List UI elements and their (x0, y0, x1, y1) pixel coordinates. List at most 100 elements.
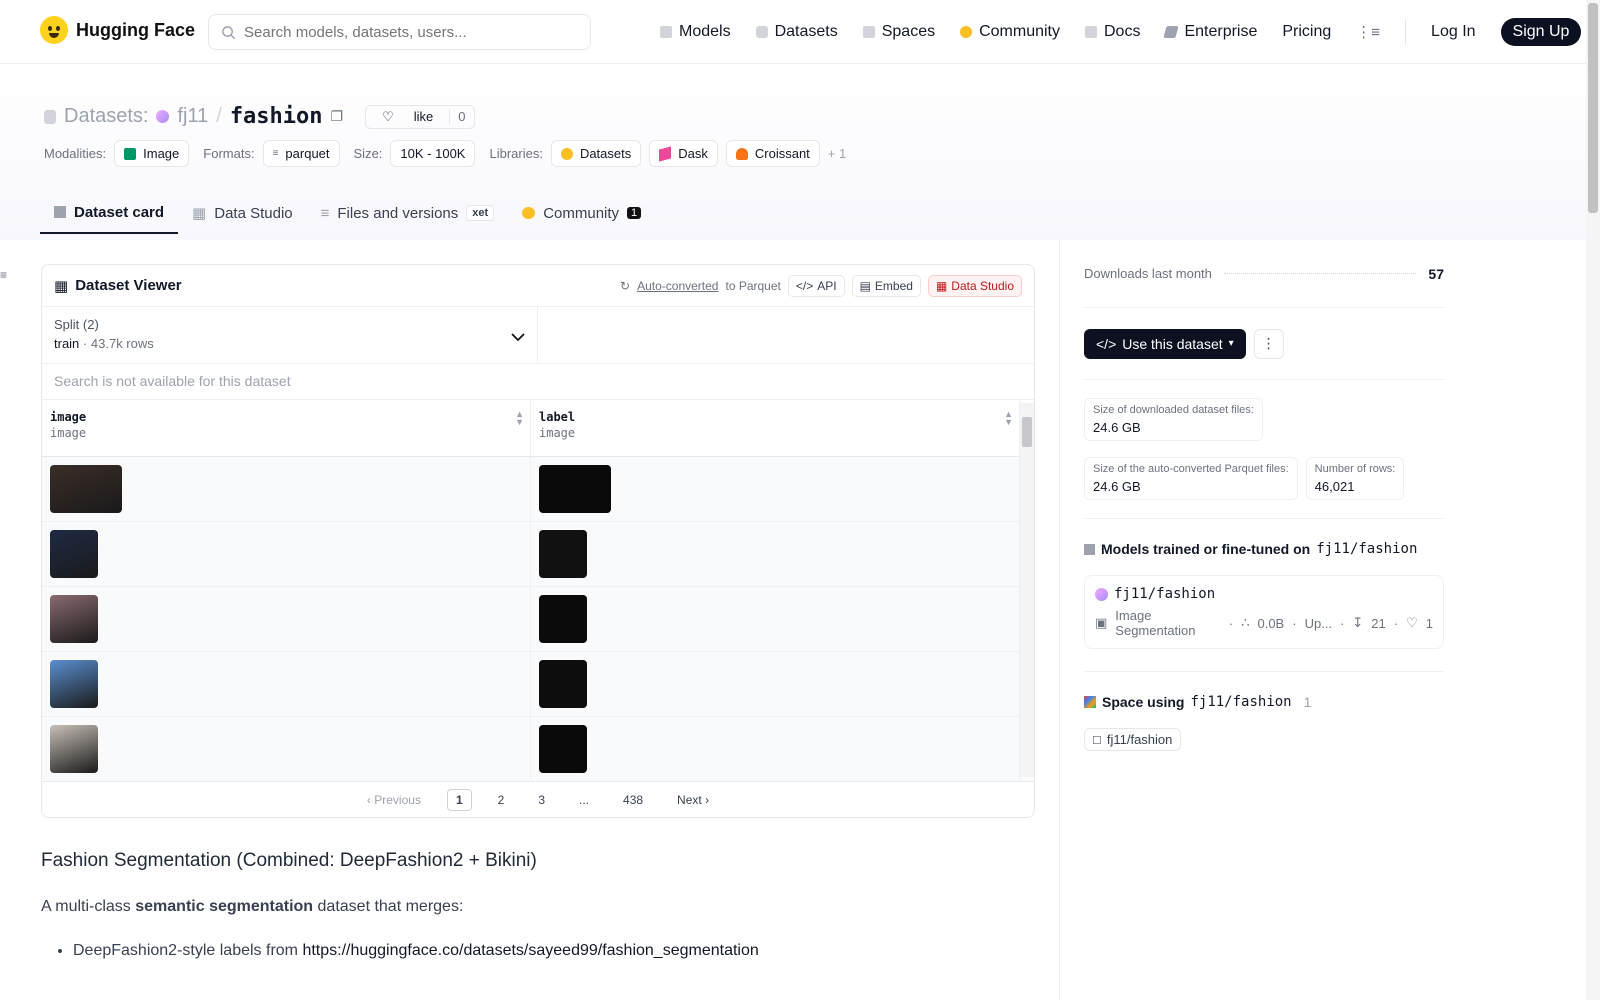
use-dataset-button[interactable]: </> Use this dataset ▾ (1084, 328, 1246, 359)
nav-docs[interactable]: Docs (1085, 23, 1140, 41)
tag-library-dask[interactable]: Dask (649, 140, 718, 167)
tag-format-parquet[interactable]: ≡ parquet (262, 140, 340, 167)
tab-community[interactable]: Community 1 (508, 192, 655, 234)
downloads-sparkline (1223, 273, 1417, 274)
image-cell[interactable] (42, 717, 531, 781)
source-link[interactable]: https://huggingface.co/datasets/sayeed99… (302, 942, 758, 959)
pagination: ‹ Previous 1 2 3 ... 438 Next › (42, 781, 1034, 817)
image-cell[interactable] (42, 652, 531, 716)
section-label[interactable]: Datasets: (64, 105, 148, 128)
label-cell[interactable] (531, 587, 1020, 651)
label-mask-thumbnail[interactable] (539, 595, 587, 643)
tab-data-studio[interactable]: ▦ Data Studio (178, 192, 307, 234)
owner-link[interactable]: fj11 (177, 105, 208, 128)
label-cell[interactable] (531, 717, 1020, 781)
tag-size[interactable]: 10K - 100K (390, 140, 476, 167)
tab-dataset-card[interactable]: Dataset card (40, 192, 179, 234)
readme-list: DeepFashion2-style labels from https://h… (41, 942, 1031, 960)
kebab-icon: ⋮ (1261, 335, 1276, 351)
pager-next[interactable]: Next › (669, 790, 717, 810)
square-icon: □ (1093, 732, 1101, 747)
label-cell[interactable] (531, 652, 1020, 716)
pager-previous[interactable]: ‹ Previous (359, 790, 429, 810)
table-row[interactable] (42, 652, 1034, 717)
label-mask-thumbnail[interactable] (539, 725, 587, 773)
image-thumbnail[interactable] (50, 725, 98, 773)
tag-modality-image[interactable]: Image (114, 140, 190, 167)
nav-spaces[interactable]: Spaces (862, 23, 935, 41)
hf-logo[interactable]: Hugging Face (40, 16, 195, 44)
more-libraries[interactable]: + 1 (828, 146, 846, 161)
table-row[interactable] (42, 457, 1034, 522)
search-input[interactable] (244, 23, 574, 41)
image-thumbnail[interactable] (50, 530, 98, 578)
enterprise-icon (1163, 26, 1180, 38)
image-segmentation-icon: ▣ (1095, 615, 1108, 630)
api-button[interactable]: </> API (787, 274, 845, 297)
label-mask-thumbnail[interactable] (539, 660, 587, 708)
table-row[interactable] (42, 717, 1034, 782)
cube-icon (660, 26, 672, 38)
chevron-down-icon (511, 329, 525, 345)
signup-button[interactable]: Sign Up (1500, 18, 1582, 46)
embed-button[interactable]: ▤ Embed (851, 274, 921, 297)
image-thumbnail[interactable] (50, 595, 98, 643)
data-studio-button[interactable]: ▦ Data Studio (927, 274, 1022, 297)
tab-files-versions[interactable]: ≡ Files and versions xet (307, 192, 509, 234)
more-options-button[interactable]: ⋮ (1253, 328, 1284, 359)
table-row[interactable] (42, 522, 1034, 587)
sidebar-toggle-icon[interactable]: ≡ (0, 268, 7, 282)
column-header-label[interactable]: label image ▲ ▼ (531, 400, 1020, 456)
cube-icon (1084, 543, 1095, 555)
auto-converted-link[interactable]: Auto-converted (637, 279, 718, 293)
column-header-image[interactable]: image image ▲ ▼ (42, 400, 531, 456)
image-cell[interactable] (42, 522, 531, 586)
nav-enterprise[interactable]: Enterprise (1163, 23, 1257, 41)
label-mask-thumbnail[interactable] (539, 530, 587, 578)
tag-library-croissant[interactable]: Croissant (725, 140, 820, 167)
copy-icon[interactable]: ❐ (331, 108, 344, 125)
image-cell[interactable] (42, 457, 531, 521)
nav-models[interactable]: Models (660, 23, 731, 41)
login-link[interactable]: Log In (1431, 23, 1475, 41)
image-cell[interactable] (42, 587, 531, 651)
pager-page-2[interactable]: 2 (490, 790, 513, 810)
page-scrollbar[interactable] (1586, 0, 1600, 1000)
parquet-icon: ≡ (272, 148, 279, 159)
pager-page-3[interactable]: 3 (530, 790, 553, 810)
repo-name[interactable]: fashion (230, 104, 323, 129)
spaces-section-title: Space using fj11/fashion 1 (1084, 694, 1444, 710)
pager-page-1[interactable]: 1 (446, 788, 472, 811)
tag-library-datasets[interactable]: Datasets (550, 140, 642, 167)
image-thumbnail[interactable] (50, 465, 122, 513)
models-section-title: Models trained or fine-tuned on fj11/fash… (1084, 541, 1444, 557)
nav-community[interactable]: Community (960, 23, 1060, 41)
viewer-scrollbar[interactable] (1020, 403, 1034, 777)
sort-icon[interactable]: ▲ ▼ (515, 410, 524, 427)
split-value: train (54, 336, 80, 351)
search-box[interactable] (208, 14, 591, 50)
split-selector[interactable]: Split (2) train · 43.7k rows (42, 307, 538, 363)
stat-num-rows: Number of rows: 46,021 (1305, 457, 1405, 500)
model-name[interactable]: fj11/fashion (1114, 586, 1215, 602)
nav-datasets[interactable]: Datasets (755, 23, 838, 41)
model-downloads: 21 (1371, 615, 1386, 631)
sidebar: Downloads last month 57 </> Use this data… (1084, 240, 1444, 773)
pager-page-last[interactable]: 438 (615, 790, 651, 810)
table-row[interactable] (42, 587, 1034, 652)
hf-datasets-icon (560, 147, 573, 160)
label-mask-thumbnail[interactable] (539, 465, 611, 513)
image-thumbnail[interactable] (50, 660, 98, 708)
sort-icon[interactable]: ▲ ▼ (1004, 410, 1013, 427)
label-cell[interactable] (531, 522, 1020, 586)
search-icon (222, 25, 236, 39)
model-card[interactable]: fj11/fashion ▣ Image Segmentation · ∴ 0.0B … (1084, 575, 1444, 649)
like-button[interactable]: ♡ like 0 (365, 104, 475, 129)
scroll-thumb[interactable] (1022, 417, 1032, 447)
space-chip[interactable]: □ fj11/fashion (1084, 728, 1182, 751)
tags-row: Modalities: Image Formats: ≡ parquet Size… (44, 140, 846, 167)
more-menu-icon[interactable]: ⋮≡ (1356, 23, 1380, 41)
label-cell[interactable] (531, 457, 1020, 521)
nav-pricing[interactable]: Pricing (1282, 23, 1331, 41)
page-scroll-thumb[interactable] (1588, 3, 1598, 213)
